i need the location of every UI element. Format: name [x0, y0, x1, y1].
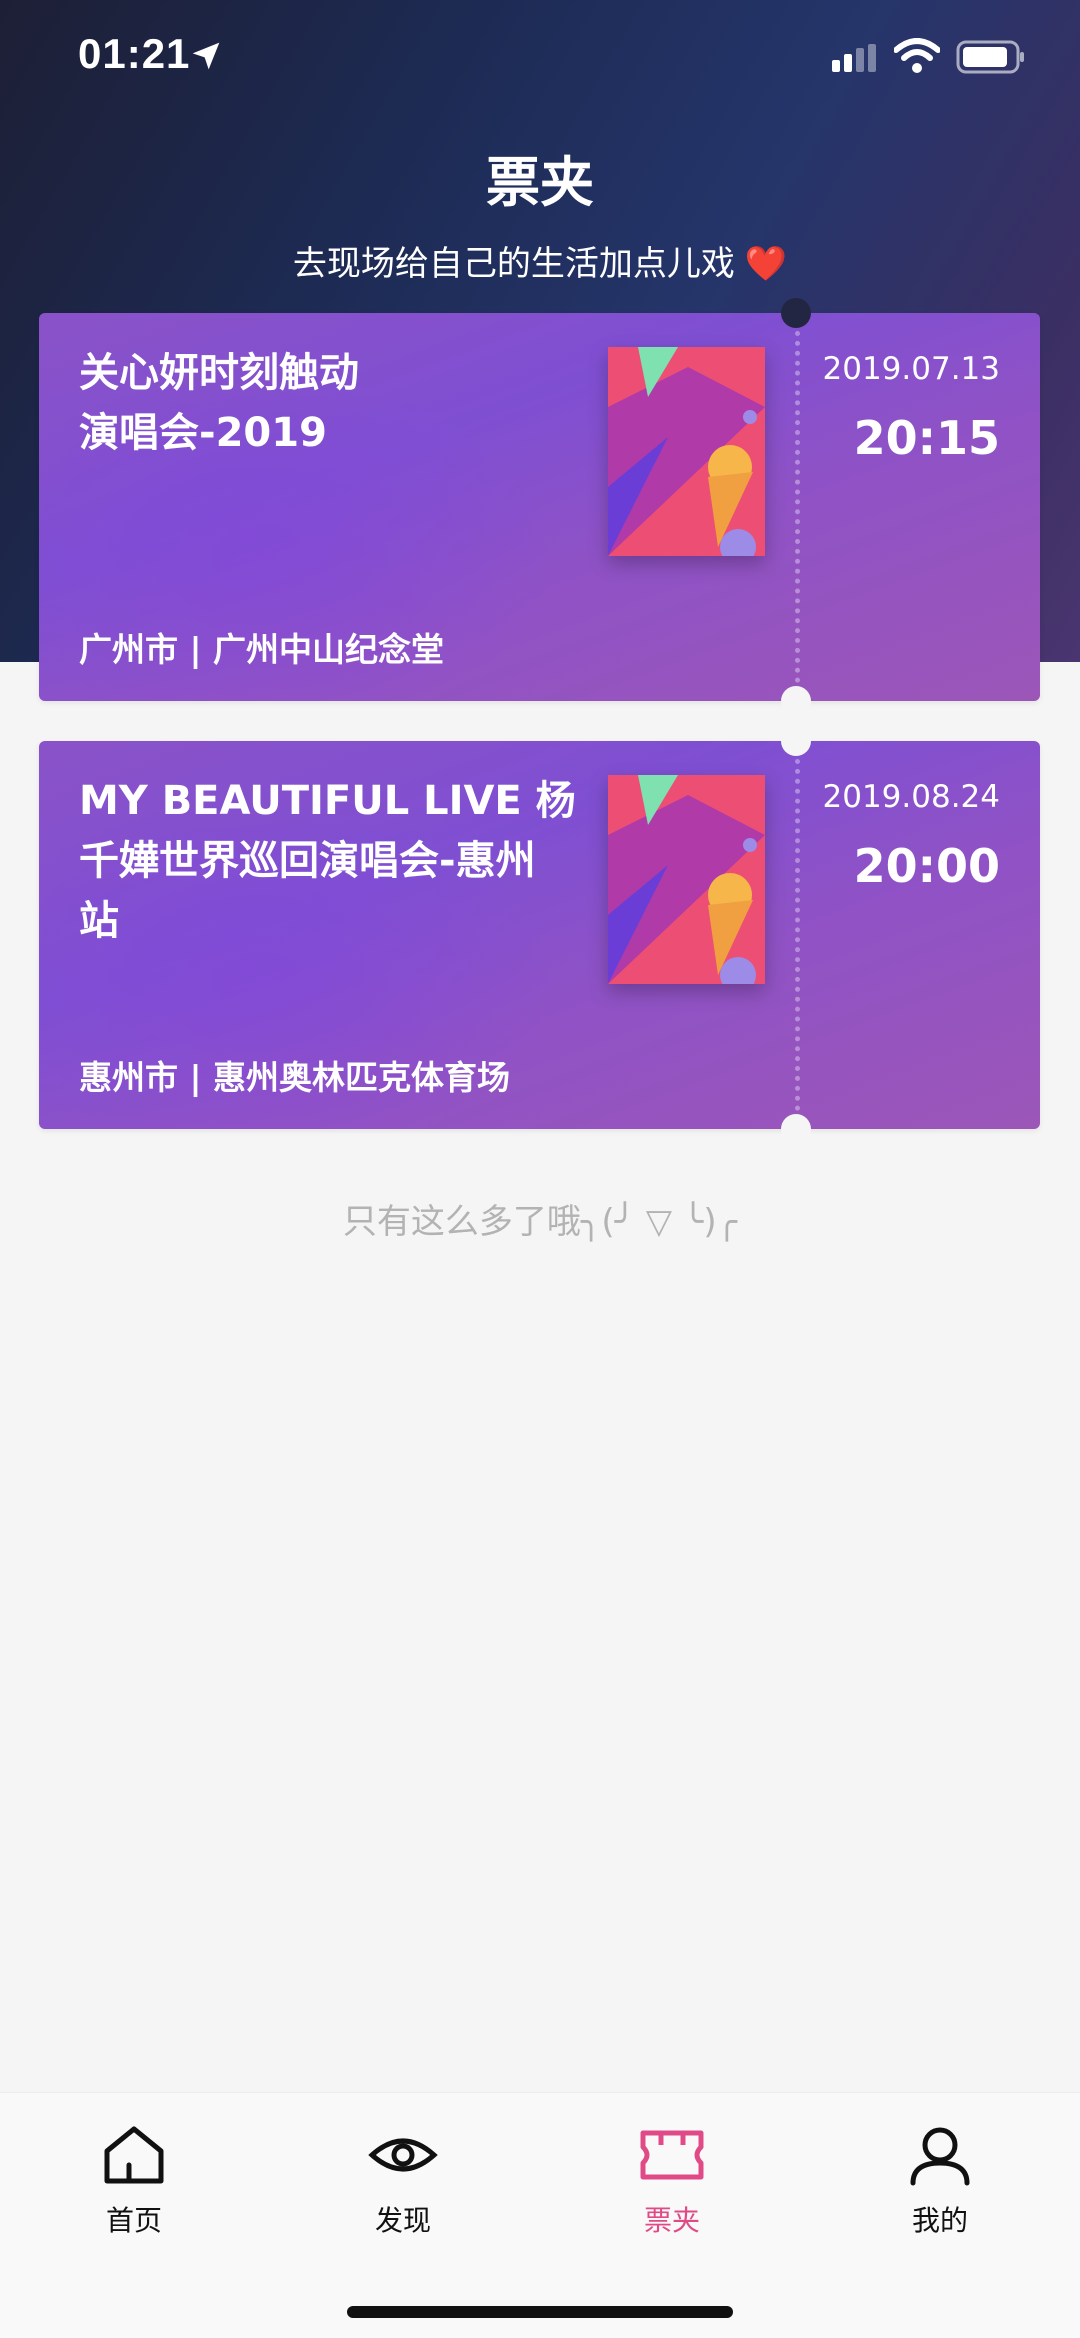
- ticket-notch: [781, 726, 811, 756]
- tab-label: 首页: [105, 2204, 162, 2237]
- subtitle-text: 去现场给自己的生活加点儿戏: [292, 244, 735, 284]
- signal-icon: [832, 44, 876, 72]
- tab-label: 发现: [374, 2204, 431, 2237]
- heart-icon: ❤️: [744, 244, 788, 284]
- ticket-title-line: 站: [79, 898, 119, 944]
- location-arrow-icon: [192, 42, 220, 70]
- tab-home[interactable]: 首页: [49, 2123, 219, 2239]
- tab-discover[interactable]: 发现: [318, 2123, 488, 2239]
- wifi-icon: [894, 38, 940, 73]
- ticket-title-line: MY BEAUTIFUL LIVE 杨: [79, 778, 576, 824]
- page-subtitle: 去现场给自己的生活加点儿戏 ❤️: [0, 236, 1080, 285]
- tab-profile[interactable]: 我的: [855, 2123, 1025, 2239]
- ticket-notch: [781, 686, 811, 716]
- ticket-time: 20:15: [853, 411, 1000, 465]
- ticket-perforation: [795, 759, 800, 1111]
- eye-icon: [368, 2138, 438, 2172]
- tab-tickets[interactable]: 票夹: [587, 2123, 757, 2239]
- ticket-title-line: 千嬅世界巡回演唱会-惠州: [79, 838, 536, 884]
- ticket-date: 2019.07.13: [822, 351, 1001, 387]
- ticket-title-line: 关心妍时刻触动: [79, 350, 359, 396]
- user-icon: [910, 2127, 970, 2186]
- ticket-perforation: [795, 331, 800, 683]
- ticket-icon: [640, 2130, 704, 2180]
- ticket-poster-image: [608, 347, 765, 556]
- tab-label: 我的: [911, 2204, 968, 2237]
- ticket-title: 关心妍时刻触动 演唱会-2019: [79, 343, 579, 463]
- ticket-poster-image: [608, 775, 765, 984]
- ticket-venue: 广州市 | 广州中山纪念堂: [79, 630, 445, 669]
- tab-label: 票夹: [643, 2204, 700, 2237]
- status-time: 01:21: [78, 30, 191, 77]
- ticket-title-line: 演唱会-2019: [79, 410, 327, 456]
- ticket-time: 20:00: [853, 839, 1000, 893]
- battery-icon: [956, 40, 1024, 74]
- tab-bar: 首页 发现 票夹 我的: [0, 2092, 1080, 2338]
- ticket-date: 2019.08.24: [822, 779, 1001, 815]
- ticket-notch: [781, 1114, 811, 1144]
- list-end-text: 只有这么多了哦╮(╯ ▽ ╰)╭: [342, 1202, 738, 1242]
- ticket-venue: 惠州市 | 惠州奥林匹克体育场: [79, 1058, 511, 1097]
- ticket-title: MY BEAUTIFUL LIVE 杨 千嬅世界巡回演唱会-惠州 站: [79, 771, 579, 951]
- home-icon: [104, 2126, 164, 2184]
- ticket-card[interactable]: MY BEAUTIFUL LIVE 杨 千嬅世界巡回演唱会-惠州 站 惠州市 |…: [39, 741, 1040, 1129]
- home-indicator[interactable]: [347, 2306, 733, 2318]
- ticket-notch: [781, 298, 811, 328]
- page-title: 票夹: [486, 151, 594, 214]
- ticket-card[interactable]: 关心妍时刻触动 演唱会-2019 广州市 | 广州中山纪念堂 2019.07.1…: [39, 313, 1040, 701]
